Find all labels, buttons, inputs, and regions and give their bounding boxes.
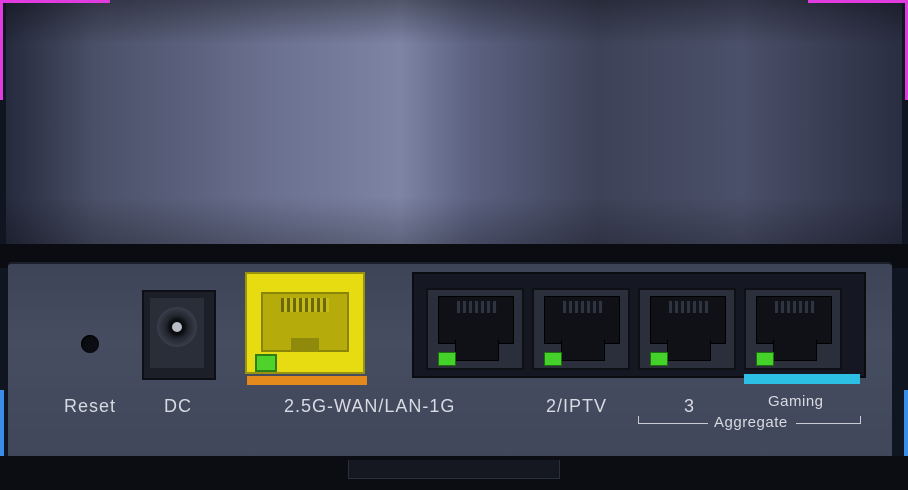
lan-port-2-iptv[interactable] [532, 288, 630, 370]
gaming-label: Gaming [768, 393, 824, 410]
dc-label: DC [164, 396, 192, 416]
reset-button[interactable] [81, 335, 99, 353]
wan-port-label: 2.5G-WAN/LAN-1G [284, 396, 456, 416]
wan-status-led [255, 354, 277, 372]
lan1-status-led [438, 352, 456, 366]
aggregate-label: Aggregate [714, 414, 788, 431]
gaming-port[interactable] [744, 288, 842, 370]
rgb-glow-top-left [0, 0, 3, 100]
ethernet-socket-icon [544, 296, 620, 344]
router-rear-photo: Reset DC 2.5G-WAN/LAN-1G 2/IPTV 3 Gaming… [0, 0, 908, 490]
lan3-label: 3 [684, 396, 696, 416]
ethernet-socket-icon [756, 296, 832, 344]
reset-label: Reset [64, 396, 117, 416]
lan2-label: 2/IPTV [546, 396, 608, 416]
wan-color-marker [247, 376, 367, 385]
ethernet-socket-icon [650, 296, 726, 344]
lan3-status-led [650, 352, 668, 366]
ethernet-socket-icon [261, 292, 349, 352]
ethernet-socket-icon [438, 296, 514, 344]
lan-port-3[interactable] [638, 288, 736, 370]
wan-port[interactable] [245, 272, 365, 374]
base-foot [348, 460, 560, 479]
lan2-status-led [544, 352, 562, 366]
lan-port-1[interactable] [426, 288, 524, 370]
lan-port-group [412, 272, 866, 378]
gaming-status-led [756, 352, 774, 366]
gaming-color-marker [744, 374, 860, 384]
aggregate-bracket [638, 423, 708, 424]
